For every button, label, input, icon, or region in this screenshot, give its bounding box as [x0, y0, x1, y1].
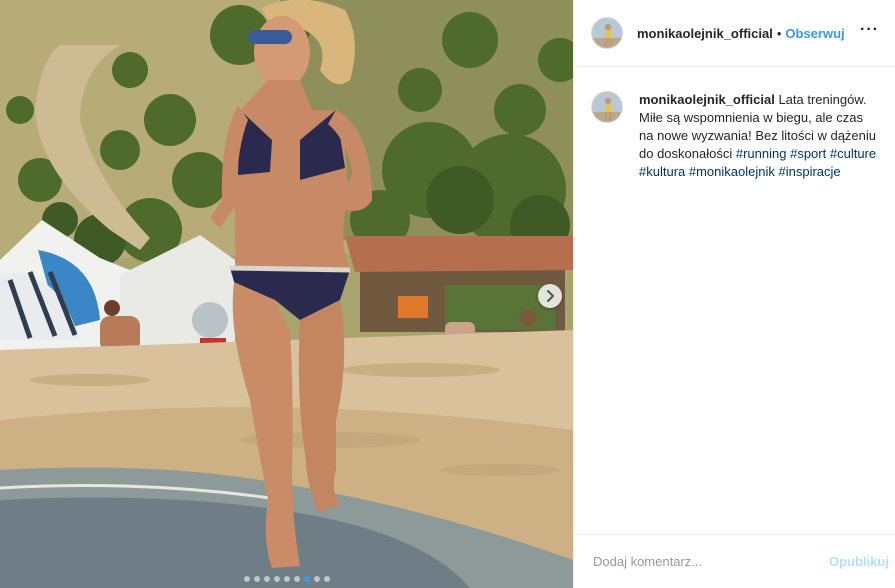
- hashtag-link[interactable]: #inspiracje: [779, 164, 841, 179]
- carousel-dot: [323, 576, 330, 582]
- post-media[interactable]: [0, 0, 573, 588]
- hashtag-link[interactable]: #sport: [790, 146, 826, 161]
- post-photo: [0, 0, 573, 588]
- caption-body: monikaolejnik_official Lata treningów. M…: [639, 91, 879, 181]
- carousel-indicator: [0, 576, 573, 582]
- caption-username-link[interactable]: monikaolejnik_official: [639, 92, 775, 107]
- publish-button[interactable]: Opublikuj: [821, 554, 895, 569]
- hashtag-link[interactable]: #monikaolejnik: [689, 164, 775, 179]
- instagram-post: monikaolejnik_official • Obserwuj ··· mo…: [0, 0, 895, 588]
- comments-section: monikaolejnik_official Lata treningów. M…: [574, 67, 895, 534]
- comment-input[interactable]: [591, 553, 821, 570]
- author-username-link[interactable]: monikaolejnik_official: [637, 26, 773, 41]
- author-avatar[interactable]: [591, 17, 623, 49]
- post-header: monikaolejnik_official • Obserwuj ···: [574, 0, 895, 67]
- carousel-dot: [263, 576, 270, 582]
- caption-comment: monikaolejnik_official Lata treningów. M…: [591, 91, 879, 181]
- carousel-dot: [313, 576, 320, 582]
- hashtag-link[interactable]: #kultura: [639, 164, 685, 179]
- carousel-dot: [253, 576, 260, 582]
- add-comment-bar: Opublikuj: [574, 534, 895, 588]
- chevron-right-icon: [547, 290, 554, 302]
- profile-photo-icon: [592, 18, 622, 48]
- carousel-dot: [283, 576, 290, 582]
- profile-photo-icon: [592, 92, 622, 122]
- more-options-button[interactable]: ···: [860, 22, 879, 41]
- post-side-panel: monikaolejnik_official • Obserwuj ··· mo…: [573, 0, 895, 588]
- carousel-dot: [273, 576, 280, 582]
- hashtag-link[interactable]: #running: [736, 146, 787, 161]
- carousel-next-button[interactable]: [538, 284, 562, 308]
- carousel-dot: [303, 576, 310, 582]
- header-separator: •: [776, 25, 782, 41]
- follow-button[interactable]: Obserwuj: [785, 26, 844, 41]
- carousel-dot: [293, 576, 300, 582]
- caption-author-avatar[interactable]: [591, 91, 623, 123]
- hashtag-link[interactable]: #culture: [830, 146, 876, 161]
- carousel-dot: [243, 576, 250, 582]
